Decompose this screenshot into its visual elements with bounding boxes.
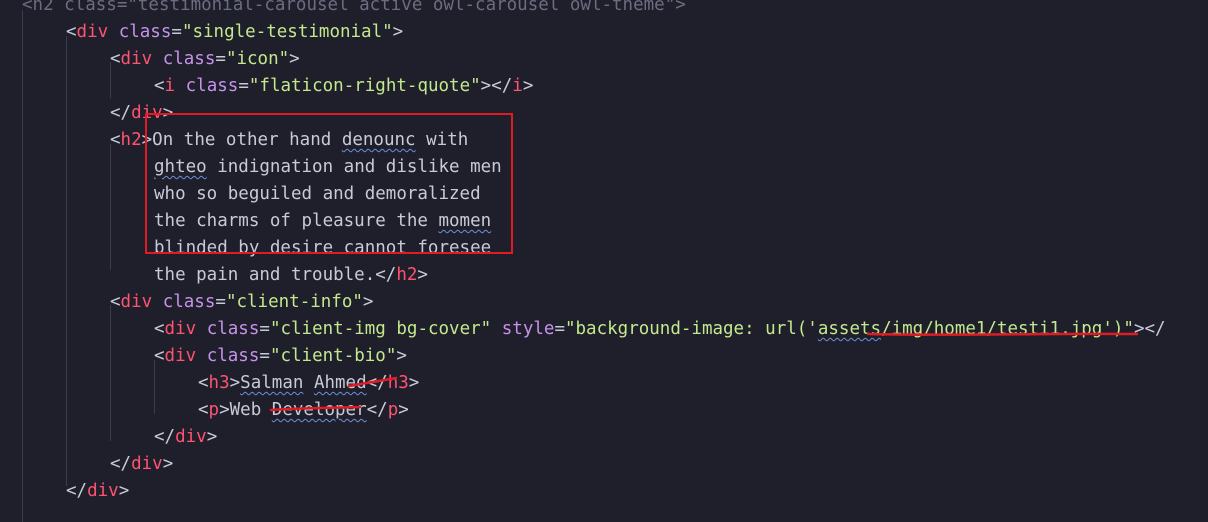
underline-ahmed [347, 376, 398, 388]
underline-annotations [269, 332, 1139, 412]
code-editor[interactable]: <h2 class="testimonial-carousel active o… [0, 0, 1208, 522]
underline-developer [269, 405, 362, 412]
underline-assets-path [866, 332, 1139, 336]
